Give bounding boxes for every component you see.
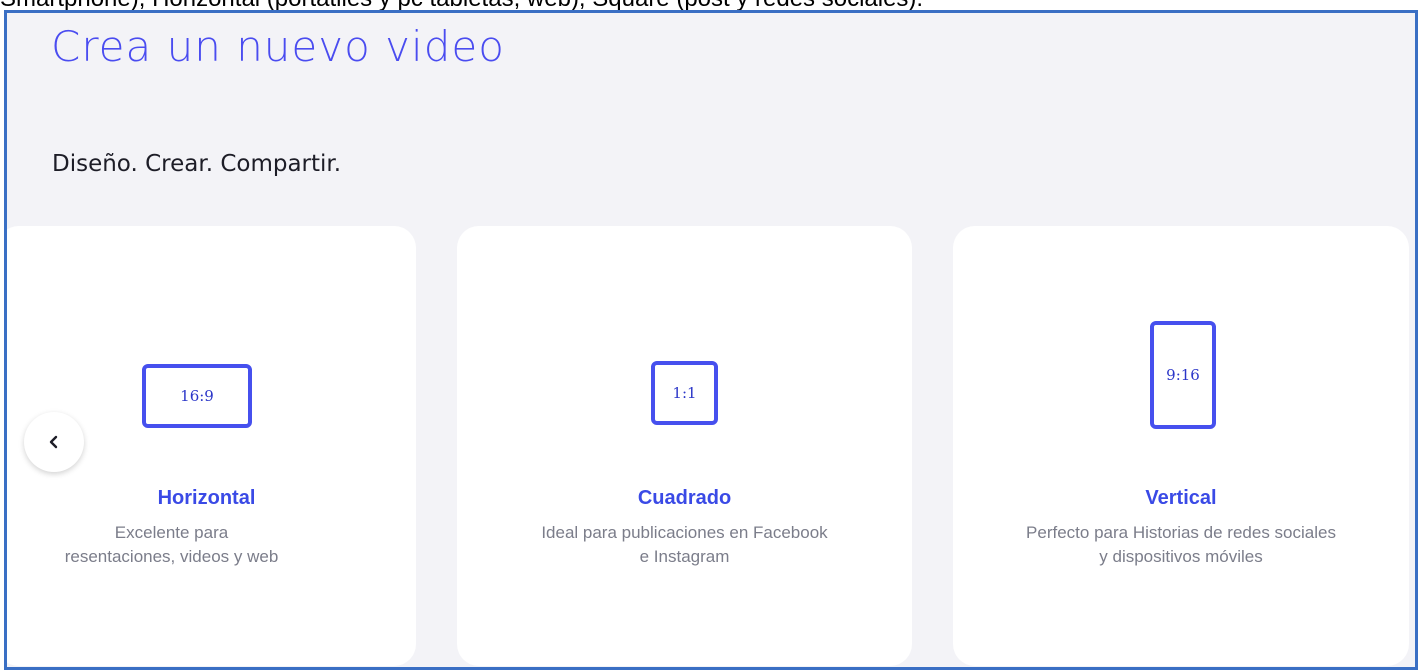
card-description: Excelente para resentaciones, videos y w… [64, 523, 279, 566]
card-title: Vertical [1145, 487, 1217, 509]
page-subtitle: Diseño. Crear. Compartir. [52, 151, 342, 177]
ratio-label: 9:16 [1166, 366, 1200, 384]
card-title: Horizontal [157, 487, 256, 509]
ratio-16-9-icon: 16:9 [142, 364, 252, 428]
ratio-1-1-icon: 1:1 [651, 361, 718, 425]
create-video-panel: Crea un nuevo video Diseño. Crear. Compa… [4, 10, 1418, 670]
format-card-vertical[interactable]: 9:16 Vertical Perfecto para Historias de… [953, 226, 1409, 666]
card-description: Ideal para publicaciones en Facebook e I… [541, 523, 828, 566]
ratio-label: 1:1 [672, 384, 697, 402]
chevron-left-icon [49, 435, 58, 449]
ratio-label: 16:9 [180, 387, 214, 405]
carousel-prev-button[interactable] [24, 412, 84, 472]
card-title: Cuadrado [637, 487, 732, 509]
page-title: Crea un nuevo video [51, 22, 505, 71]
ratio-9-16-icon: 9:16 [1150, 321, 1216, 429]
card-description: Perfecto para Historias de redes sociale… [1026, 523, 1336, 566]
format-card-square[interactable]: 1:1 Cuadrado Ideal para publicaciones en… [457, 226, 912, 666]
